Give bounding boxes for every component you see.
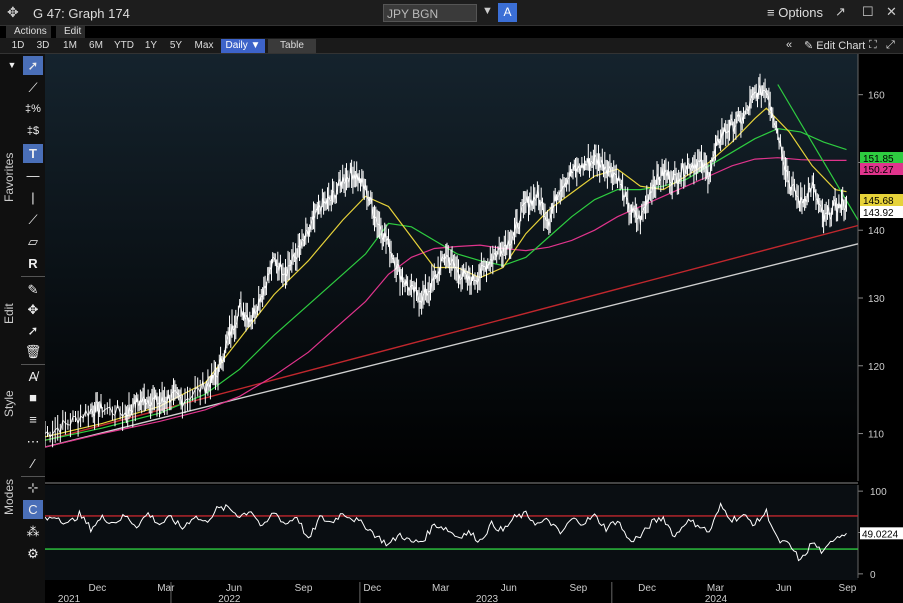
x-month-label: Sep [839, 583, 857, 594]
x-year-label: 2021 [58, 594, 81, 603]
price-tick-label: 140 [868, 226, 885, 237]
style-section-label: Style [2, 390, 16, 418]
chart-toolbar: 1D 3D 1M 6M YTD 1Y 5Y Max Daily ▼ Table … [0, 38, 903, 54]
x-month-label: Sep [569, 583, 587, 594]
palette-divider [21, 276, 45, 277]
last-value-text: 143.92 [863, 208, 894, 219]
last-value-text: 145.68 [863, 196, 894, 207]
pencil-icon: ✎ [804, 40, 814, 52]
chart-settings-icon[interactable]: ⛶ [869, 39, 877, 52]
security-input[interactable]: JPY BGN Curncy [383, 4, 477, 39]
rsi-tick-label: 100 [870, 487, 887, 498]
edit-label: Edit [60, 26, 86, 38]
move-icon[interactable]: ✥ [7, 4, 19, 21]
frequency-dropdown[interactable]: Daily ▼ [221, 39, 265, 53]
x-year-label: 2022 [218, 594, 241, 603]
range-ytd[interactable]: YTD [111, 39, 137, 53]
actions-menu[interactable]: Actions ▾ [6, 26, 51, 38]
line-style-icon[interactable]: ⋯ [23, 432, 43, 451]
menu-row: Actions ▾ Edit ▾ [0, 26, 903, 38]
range-1m[interactable]: 1M [59, 39, 81, 53]
style-pen-icon[interactable]: A̸ [23, 367, 43, 386]
last-value-labels: 151.85150.27145.68143.92 [860, 152, 903, 219]
favorites-section-label: Favorites [2, 152, 16, 202]
last-value-text: 150.27 [863, 165, 894, 176]
actions-label: Actions [10, 26, 51, 38]
x-year-label: 2024 [705, 594, 728, 603]
price-axis: 110120130140150160 [857, 54, 885, 481]
vertical-line-icon[interactable]: | [23, 188, 43, 207]
expand-icon[interactable]: ↗ [835, 4, 846, 20]
price-tick-label: 120 [868, 362, 885, 373]
line-weight-icon[interactable]: ≡ [23, 410, 43, 429]
tool-palette: Favorites Edit Style Modes ▼ ➚ ⟋ ‡% ‡$ T… [0, 54, 45, 603]
dollar-tool-icon[interactable]: ‡$ [23, 122, 43, 141]
price-tick-label: 110 [868, 430, 884, 441]
horizontal-line-icon[interactable]: — [23, 166, 43, 185]
percent-tool-icon[interactable]: ‡% [23, 100, 43, 119]
palette-divider [21, 476, 45, 477]
range-max[interactable]: Max [191, 39, 217, 53]
move-tool-icon[interactable]: ✥ [23, 300, 43, 319]
x-month-label: Dec [638, 583, 656, 594]
hamburger-icon: ≡ [767, 5, 775, 20]
options-label: Options [778, 5, 824, 20]
fill-color-icon[interactable]: ■ [23, 388, 43, 407]
frequency-label: Daily [225, 40, 248, 51]
range-5y[interactable]: 5Y [165, 39, 187, 53]
select-tool-icon[interactable]: ➚ [23, 321, 43, 340]
draw-pencil-icon[interactable]: ✎ [23, 280, 43, 299]
x-month-label: Jun [776, 583, 792, 594]
range-6m[interactable]: 6M [85, 39, 107, 53]
x-month-label: Jun [501, 583, 517, 594]
crosshair-mode-icon[interactable]: C [23, 500, 43, 519]
cursor-mode-icon[interactable]: ⊹ [23, 478, 43, 497]
rsi-last-value-text: 49.0224 [862, 529, 899, 540]
price-tick-label: 160 [868, 91, 885, 102]
trash-icon[interactable]: 🗑 [23, 342, 43, 361]
time-axis: Dec Mar Jun Sep Dec Mar Jun Sep Dec Mar Jun Sep 2021… [58, 582, 857, 603]
table-button[interactable]: Table [268, 39, 316, 53]
collapse-palette-icon[interactable]: ▼ [2, 56, 22, 75]
cursor-icon[interactable]: ➚ [23, 56, 43, 75]
export-icon[interactable]: ⤢ [886, 39, 895, 52]
brush-icon[interactable]: ⁄ [23, 454, 43, 473]
edit-section-label: Edit [2, 303, 16, 325]
price-tick-label: 130 [868, 294, 885, 305]
x-month-label: Dec [363, 583, 381, 594]
window-title: G 47: Graph 174 [33, 6, 130, 21]
edit-menu[interactable]: Edit ▾ [56, 26, 86, 38]
trendline-tool-icon[interactable]: ⟋ [23, 78, 43, 97]
edit-chart-button[interactable]: ✎ Edit Chart [804, 39, 865, 52]
x-month-label: Mar [157, 583, 175, 594]
title-bar: ✥ G 47: Graph 174 JPY BGN Curncy ▼ A ≡ O… [0, 0, 903, 39]
edit-chart-label: Edit Chart [816, 40, 866, 52]
line-segment-icon[interactable]: ⟋ [23, 210, 43, 229]
x-month-label: Sep [295, 583, 313, 594]
x-month-label: Jun [226, 583, 242, 594]
rsi-tick-label: 0 [870, 570, 876, 581]
text-tool-icon[interactable]: T [23, 144, 43, 163]
maximize-icon[interactable]: ☐ [862, 4, 874, 20]
x-month-label: Mar [707, 583, 725, 594]
double-chevron-left-icon[interactable]: « [786, 39, 792, 51]
settings-gear-icon[interactable]: ⚙ [23, 544, 43, 563]
regression-tool-icon[interactable]: R [23, 254, 43, 273]
modes-section-label: Modes [2, 478, 16, 516]
x-month-label: Dec [89, 583, 107, 594]
range-1d[interactable]: 1D [8, 39, 28, 53]
range-1y[interactable]: 1Y [141, 39, 161, 53]
x-year-label: 2023 [476, 594, 499, 603]
palette-divider [21, 364, 45, 365]
color-mode-icon[interactable]: ⁂ [23, 522, 43, 541]
security-type-button[interactable]: A [498, 3, 517, 22]
range-3d[interactable]: 3D [33, 39, 53, 53]
price-chart[interactable]: 110120130140150160 050100 49.0224 151.85… [44, 54, 903, 603]
x-month-label: Mar [432, 583, 450, 594]
dropdown-icon[interactable]: ▼ [482, 5, 493, 17]
chart-area[interactable]: 110120130140150160 050100 49.0224 151.85… [44, 54, 903, 603]
close-icon[interactable]: ✕ [886, 4, 897, 20]
options-menu[interactable]: ≡ Options [767, 5, 823, 20]
channel-tool-icon[interactable]: ▱ [23, 232, 43, 251]
